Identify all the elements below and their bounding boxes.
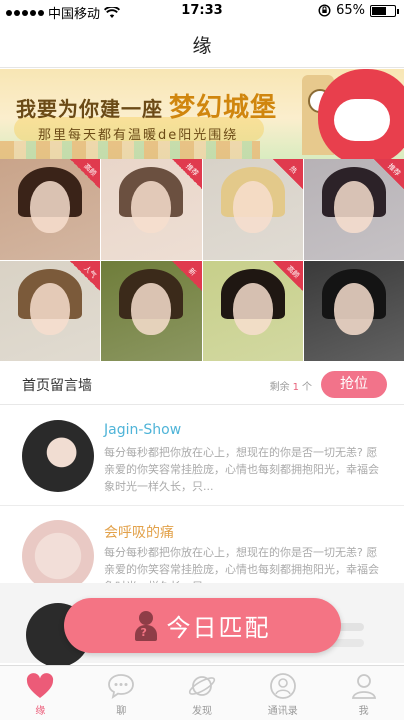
promo-banner[interactable]: 我要为你建一座 梦幻城堡 那里每天都有温暖de阳光围绕 <box>0 69 404 159</box>
battery-percent: 65% <box>336 3 365 18</box>
user-icon <box>351 674 376 699</box>
profile-photo-tile[interactable] <box>303 260 404 361</box>
tab-label: 发现 <box>191 706 212 717</box>
profile-photo-tile[interactable]: 人气 <box>0 260 101 361</box>
rotation-lock-icon <box>318 4 331 17</box>
grab-slot-button[interactable]: 抢位 <box>321 371 387 398</box>
tab-label: 聊 <box>116 706 127 717</box>
photo-badge: 推荐 <box>374 159 404 189</box>
message-text: 每分每秒都把你放在心上，想现在的你是否一切无恙? 愿亲爱的你笑容常挂脸庞，心情也… <box>104 446 379 493</box>
banner-town-illustration <box>0 141 260 159</box>
mascot-illustration <box>318 69 404 159</box>
status-bar: 中国移动 17:33 65% <box>0 0 404 22</box>
banner-subline: 那里每天都有温暖de阳光围绕 <box>38 128 239 143</box>
photo-badge: 高颜 <box>272 260 303 291</box>
profile-photo-tile[interactable]: 新 <box>101 260 202 361</box>
avatar[interactable] <box>22 520 94 592</box>
avatar[interactable] <box>22 420 94 492</box>
battery-icon <box>370 4 399 17</box>
tab-label: 通讯录 <box>267 706 298 717</box>
remaining-count: 1 <box>292 382 299 393</box>
profile-photo-tile[interactable]: 热 <box>202 159 303 260</box>
app-screen: 中国移动 17:33 65% 缘 我要为你建一座 梦幻城堡 那里每天都有温暖de… <box>0 0 404 720</box>
message-author[interactable]: Jagin-Show <box>104 422 181 438</box>
tab-chat[interactable]: 聊 <box>81 666 162 720</box>
banner-headline: 我要为你建一座 梦幻城堡 <box>16 93 278 123</box>
profile-photo-tile[interactable]: 推荐 <box>101 159 202 260</box>
photo-badge: 人气 <box>70 260 101 291</box>
profile-photo-tile[interactable]: 推荐 <box>303 159 404 260</box>
daily-match-button[interactable]: ? 今日匹配 <box>64 598 341 653</box>
page-title: 缘 <box>192 35 212 57</box>
nav-bar: 缘 <box>0 22 404 68</box>
tab-contacts[interactable]: 通讯录 <box>242 666 323 720</box>
profile-photo-tile[interactable]: 高颜 <box>202 260 303 361</box>
tab-label: 缘 <box>35 706 46 717</box>
photo-badge: 新 <box>171 260 202 291</box>
contacts-icon <box>269 673 296 699</box>
message-wall-title: 首页留言墙 <box>22 378 92 394</box>
photo-badge: 热 <box>272 159 303 189</box>
message-item[interactable]: Jagin-Show 每分每秒都把你放在心上，想现在的你是否一切无恙? 愿亲爱的… <box>0 406 404 506</box>
banner-headline-big: 梦幻城堡 <box>169 93 278 123</box>
tab-label: 我 <box>358 706 369 717</box>
message-author[interactable]: 会呼吸的痛 <box>104 522 174 542</box>
planet-icon <box>188 676 216 696</box>
photo-badge: 高颜 <box>70 159 101 189</box>
tab-fate[interactable]: 缘 <box>0 666 81 720</box>
battery-fill <box>372 6 386 15</box>
tab-bar: 缘 聊 发现 通讯录 我 <box>0 665 404 720</box>
message-wall-header: 首页留言墙 剩余 1 个 抢位 <box>0 362 404 405</box>
tab-me[interactable]: 我 <box>323 666 404 720</box>
tab-discover[interactable]: 发现 <box>162 666 243 720</box>
heart-icon <box>27 673 54 698</box>
profile-photo-tile[interactable]: 高颜 <box>0 159 101 260</box>
chat-bubble-icon <box>108 674 135 699</box>
mystery-person-icon: ? <box>134 610 157 641</box>
photo-badge: 推荐 <box>171 159 202 189</box>
remaining-slots: 剩余 1 个 <box>269 382 312 393</box>
photo-grid: 高颜 推荐 热 推荐人气 新 高颜 <box>0 159 404 361</box>
daily-match-label: 今日匹配 <box>166 614 271 642</box>
